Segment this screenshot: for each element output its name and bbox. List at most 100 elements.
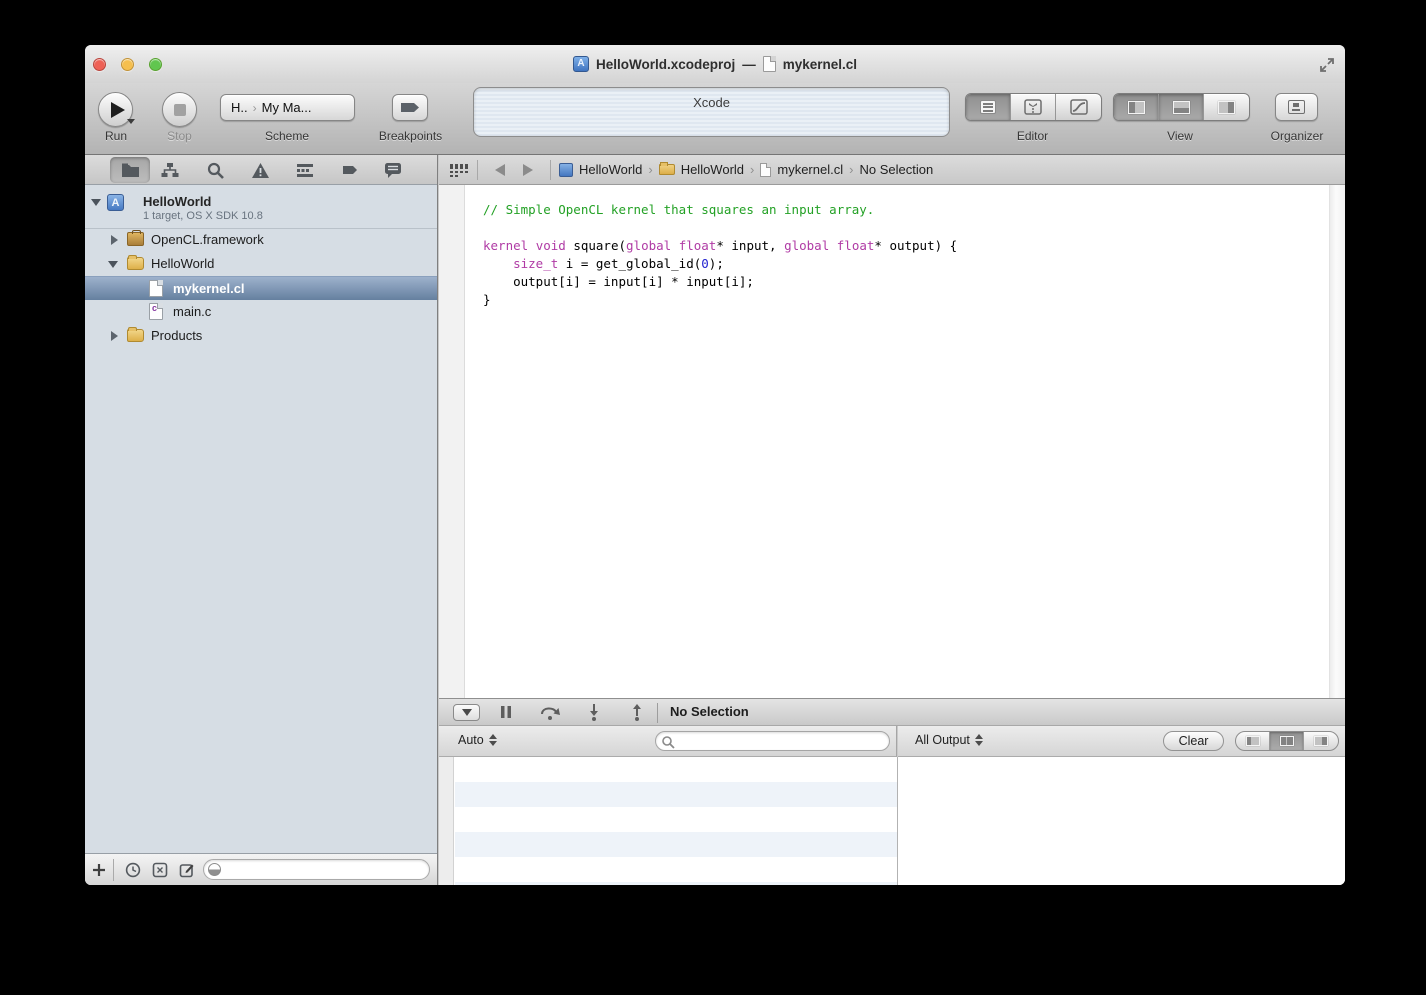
window-titlebar[interactable]: A HelloWorld.xcodeproj — mykernel.cl bbox=[85, 45, 1345, 83]
tree-row-group[interactable]: HelloWorld bbox=[85, 252, 437, 276]
run-dropdown-caret-icon bbox=[127, 119, 135, 124]
breadcrumb-group[interactable]: HelloWorld bbox=[659, 162, 744, 177]
split-pane-icon bbox=[1280, 736, 1294, 746]
related-items-icon[interactable] bbox=[449, 163, 469, 177]
folder-icon bbox=[127, 257, 144, 270]
variables-search-field[interactable] bbox=[655, 731, 890, 751]
code-block[interactable]: // Simple OpenCL kernel that squares an … bbox=[483, 201, 1325, 309]
variables-scope-popup[interactable]: Auto bbox=[458, 733, 497, 747]
breadcrumb-project[interactable]: HelloWorld bbox=[559, 162, 642, 177]
console-header: All Output Clear bbox=[898, 726, 1345, 757]
fullscreen-icon[interactable] bbox=[1318, 56, 1336, 74]
source-editor[interactable]: // Simple OpenCL kernel that squares an … bbox=[439, 185, 1345, 698]
standard-editor-icon bbox=[980, 100, 996, 114]
unsaved-files-button[interactable] bbox=[152, 862, 168, 878]
variables-view[interactable] bbox=[455, 757, 897, 885]
stop-label: Stop bbox=[157, 129, 202, 143]
back-button[interactable] bbox=[495, 164, 505, 176]
toggle-utilities-segment[interactable] bbox=[1204, 94, 1249, 120]
stop-button[interactable] bbox=[162, 92, 197, 127]
tab-log-navigator[interactable] bbox=[373, 157, 413, 183]
breadcrumb-selection[interactable]: No Selection bbox=[859, 162, 933, 177]
title-file: mykernel.cl bbox=[783, 57, 857, 72]
navigator-pane-icon bbox=[1128, 101, 1145, 114]
toggle-debug-area-segment[interactable] bbox=[1159, 94, 1204, 120]
recent-files-clock-button[interactable] bbox=[125, 862, 141, 878]
tree-row-project[interactable]: A HelloWorld 1 target, OS X SDK 10.8 bbox=[85, 189, 437, 228]
chevron-right-icon: › bbox=[750, 162, 754, 177]
disclosure-triangle-icon[interactable] bbox=[91, 199, 101, 206]
chevron-right-icon: › bbox=[648, 162, 652, 177]
variables-gutter bbox=[439, 757, 454, 885]
activity-viewer: Xcode bbox=[473, 87, 950, 137]
breakpoint-icon bbox=[393, 95, 427, 120]
debug-area-content bbox=[439, 757, 1345, 885]
debug-pane-icon bbox=[1173, 101, 1190, 114]
pause-button[interactable] bbox=[499, 704, 513, 720]
issue-navigator-icon bbox=[251, 162, 270, 179]
version-editor-segment[interactable] bbox=[1056, 94, 1101, 120]
scheme-target-segment[interactable]: My Ma... bbox=[262, 100, 312, 115]
variables-search-input[interactable] bbox=[678, 733, 883, 749]
split-view-segment[interactable] bbox=[1270, 732, 1304, 750]
disclosure-triangle-icon[interactable] bbox=[111, 235, 118, 245]
tree-row-main-c[interactable]: main.c bbox=[85, 300, 437, 324]
triangle-down-icon bbox=[462, 709, 472, 716]
symbol-navigator-icon bbox=[161, 162, 179, 178]
step-out-button[interactable] bbox=[628, 704, 646, 721]
editor-mode-control bbox=[965, 93, 1102, 121]
tab-project-navigator[interactable] bbox=[110, 157, 150, 183]
main-content: A HelloWorld 1 target, OS X SDK 10.8 Ope… bbox=[85, 155, 1345, 885]
tab-search-navigator[interactable] bbox=[195, 157, 235, 183]
navigator-filter-field[interactable] bbox=[203, 859, 430, 880]
folder-icon bbox=[127, 329, 144, 342]
hide-debug-area-button[interactable] bbox=[453, 704, 480, 721]
organizer-button[interactable] bbox=[1275, 93, 1318, 121]
run-button[interactable] bbox=[98, 92, 133, 127]
navigator-filter-bar bbox=[85, 853, 437, 885]
vertical-scrollbar[interactable] bbox=[1329, 185, 1345, 698]
tree-row-framework[interactable]: OpenCL.framework bbox=[85, 228, 437, 252]
breakpoint-navigator-icon bbox=[341, 163, 359, 177]
tab-issue-navigator[interactable] bbox=[240, 157, 280, 183]
scm-status-button[interactable] bbox=[179, 862, 195, 878]
breadcrumb-file[interactable]: mykernel.cl bbox=[760, 162, 843, 177]
jump-bar: HelloWorld › HelloWorld › mykernel.cl › … bbox=[439, 155, 1345, 185]
debug-headers: Auto All Output bbox=[439, 726, 1345, 757]
organizer-icon bbox=[1288, 100, 1305, 114]
variables-only-segment[interactable] bbox=[1236, 732, 1270, 750]
tab-symbol-navigator[interactable] bbox=[150, 157, 190, 183]
divider bbox=[477, 160, 478, 180]
forward-button[interactable] bbox=[523, 164, 533, 176]
scheme-process-segment[interactable]: H.. bbox=[231, 100, 248, 115]
tree-row-mykernel[interactable]: mykernel.cl bbox=[85, 276, 437, 300]
chevron-right-icon: › bbox=[849, 162, 853, 177]
filter-input[interactable] bbox=[226, 861, 422, 878]
scheme-selector[interactable]: H.. › My Ma... bbox=[220, 94, 355, 121]
disclosure-triangle-icon[interactable] bbox=[108, 261, 118, 268]
clear-console-button[interactable]: Clear bbox=[1163, 731, 1224, 751]
breakpoints-button[interactable] bbox=[392, 94, 428, 121]
tab-breakpoint-navigator[interactable] bbox=[330, 157, 370, 183]
step-into-button[interactable] bbox=[585, 704, 603, 721]
step-over-button[interactable] bbox=[539, 704, 561, 721]
toggle-navigator-segment[interactable] bbox=[1114, 94, 1159, 120]
tree-row-products[interactable]: Products bbox=[85, 324, 437, 348]
breadcrumb-label: No Selection bbox=[859, 162, 933, 177]
filter-icon bbox=[208, 863, 221, 876]
console-scope-popup[interactable]: All Output bbox=[915, 733, 983, 747]
chevron-right-icon: › bbox=[253, 101, 257, 115]
folder-icon bbox=[659, 164, 675, 175]
standard-editor-segment[interactable] bbox=[966, 94, 1011, 120]
disclosure-triangle-icon[interactable] bbox=[111, 331, 118, 341]
debug-status: No Selection bbox=[670, 704, 749, 719]
framework-icon bbox=[127, 232, 144, 246]
console-output[interactable] bbox=[898, 757, 1345, 885]
assistant-editor-segment[interactable] bbox=[1011, 94, 1056, 120]
variables-view-header: Auto bbox=[439, 726, 897, 757]
console-only-segment[interactable] bbox=[1304, 732, 1338, 750]
add-button[interactable] bbox=[91, 862, 107, 878]
editor-gutter[interactable] bbox=[439, 185, 465, 698]
run-label: Run bbox=[97, 129, 135, 143]
tab-debug-navigator[interactable] bbox=[285, 157, 325, 183]
